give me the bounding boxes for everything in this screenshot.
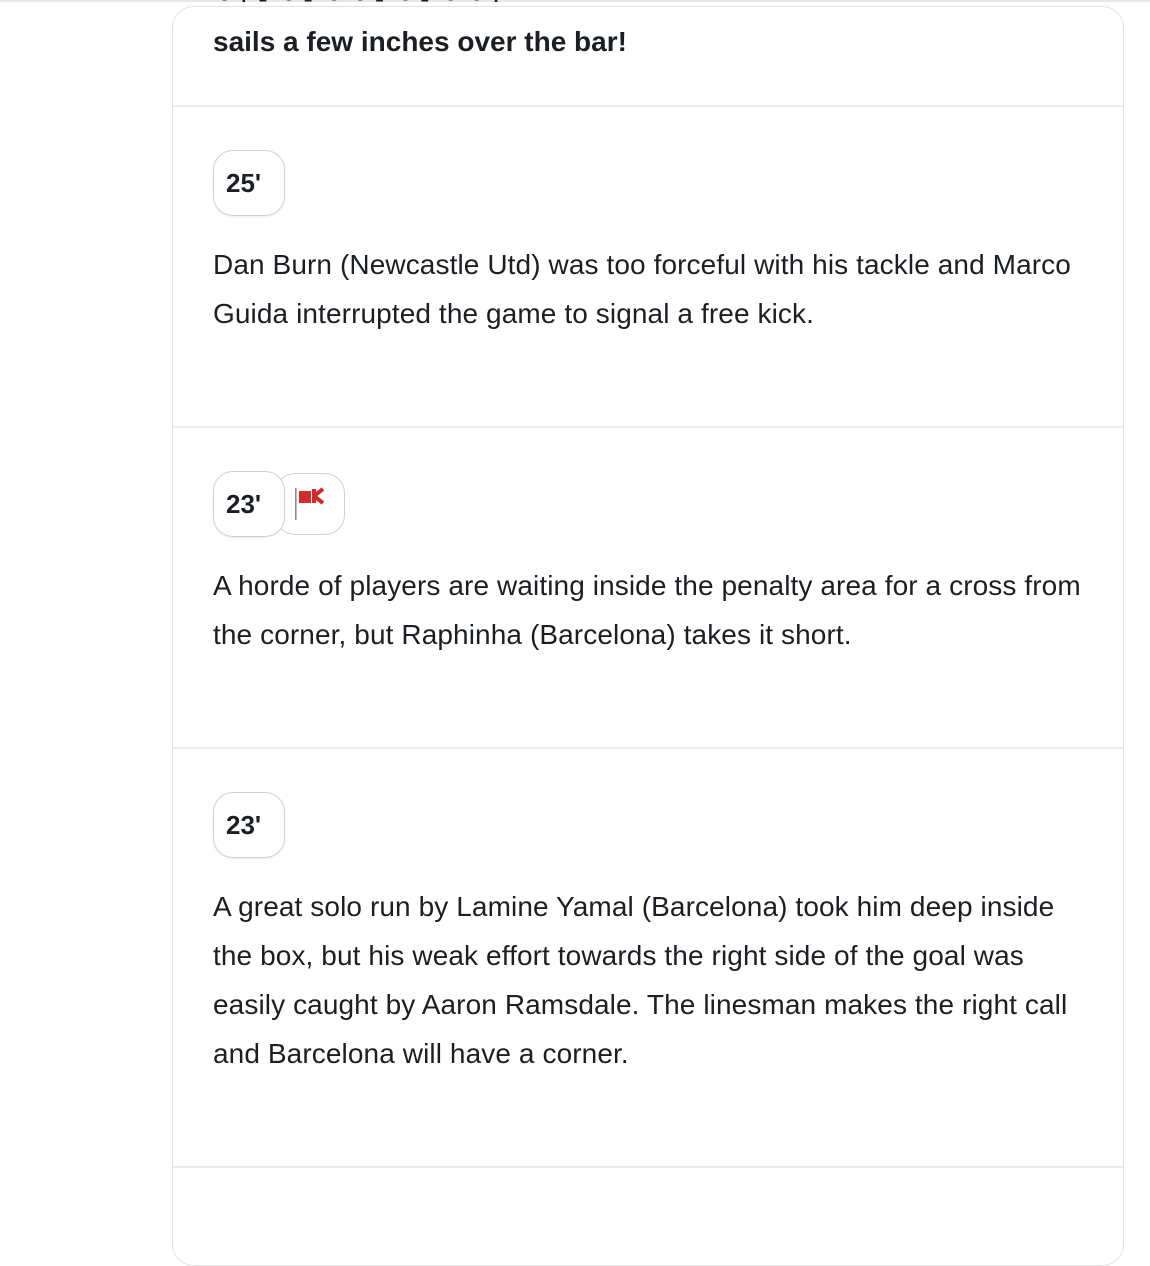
corner-flag-icon — [295, 487, 325, 520]
commentary-event: 25' Dan Burn (Newcastle Utd) was too for… — [213, 150, 1093, 338]
event-text: Dan Burn (Newcastle Utd) was too forcefu… — [213, 249, 1071, 329]
event-divider — [173, 747, 1123, 749]
corner-badge — [275, 473, 345, 535]
minute-badge: 25' — [213, 150, 285, 216]
minute-badge-group: 23' — [213, 471, 1093, 537]
event-text-partial: sails a few inches over the bar! — [213, 26, 627, 57]
event-divider — [173, 426, 1123, 428]
commentary-event: 23' A great solo run by Lamine Yamal (Ba… — [213, 792, 1093, 1078]
live-commentary-feed[interactable]: ~ · - ~ - ~ ~ - ~ - ~ ~ · sails a few in… — [172, 0, 1124, 1266]
minute-badge: 23' — [213, 792, 285, 858]
event-text: A horde of players are waiting inside th… — [213, 570, 1081, 650]
event-divider — [173, 105, 1123, 107]
minute-badge: 23' — [213, 471, 285, 537]
event-text: A great solo run by Lamine Yamal (Barcel… — [213, 891, 1068, 1069]
event-divider — [173, 1166, 1123, 1168]
commentary-event: 23' A horde of players are waiting insid… — [213, 471, 1093, 659]
clipped-previous-line: ~ · - ~ - ~ ~ - ~ - ~ ~ · — [213, 0, 773, 11]
